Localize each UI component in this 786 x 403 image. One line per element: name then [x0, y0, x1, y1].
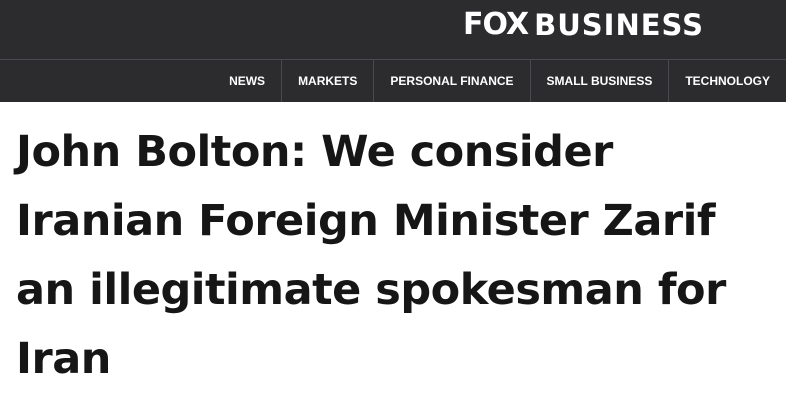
logo-fox-text: FOX: [463, 7, 529, 42]
logo-business-text: BUSINESS: [534, 8, 704, 42]
nav-item-markets[interactable]: MARKETS: [281, 60, 373, 102]
article-headline: John Bolton: We consider Iranian Foreign…: [16, 127, 726, 384]
nav-item-personal-finance[interactable]: PERSONAL FINANCE: [373, 60, 529, 102]
nav-item-technology[interactable]: TECHNOLOGY: [668, 60, 786, 102]
page: FOX BUSINESS NEWS MARKETS PERSONAL FINAN…: [0, 0, 786, 403]
main-nav: NEWS MARKETS PERSONAL FINANCE SMALL BUSI…: [213, 60, 786, 102]
site-header: FOX BUSINESS NEWS MARKETS PERSONAL FINAN…: [0, 0, 786, 102]
nav-item-news[interactable]: NEWS: [213, 60, 281, 102]
nav-item-small-business[interactable]: SMALL BUSINESS: [529, 60, 669, 102]
fox-business-logo[interactable]: FOX BUSINESS: [463, 7, 704, 43]
